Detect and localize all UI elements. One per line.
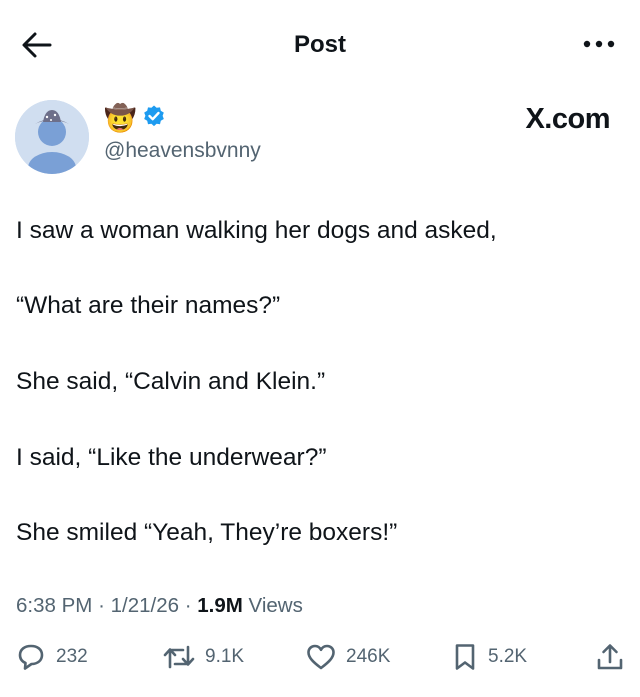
share-button[interactable] bbox=[594, 632, 626, 682]
avatar[interactable] bbox=[15, 100, 89, 174]
post-time[interactable]: 6:38 PM bbox=[16, 594, 92, 617]
x-logo: X.com bbox=[525, 103, 610, 135]
verified-badge-icon bbox=[142, 104, 166, 133]
post-date[interactable]: 1/21/26 bbox=[111, 594, 179, 617]
page-title: Post bbox=[293, 31, 346, 58]
like-icon bbox=[304, 641, 338, 673]
views-count: 1.9M bbox=[197, 594, 243, 617]
reply-button[interactable]: 232 bbox=[14, 632, 88, 682]
share-icon bbox=[594, 641, 626, 673]
author-emoji: 🤠 bbox=[104, 103, 137, 133]
tweet-line: She said, “Calvin and Klein.” bbox=[16, 368, 326, 395]
tweet-line: “What are their names?” bbox=[16, 292, 281, 319]
bookmark-count: 5.2K bbox=[488, 646, 528, 667]
author-handle[interactable]: @heavensbvnny bbox=[104, 139, 261, 163]
meta-separator: · bbox=[98, 594, 105, 617]
meta-separator: · bbox=[184, 594, 192, 617]
top-bar: Post bbox=[0, 0, 640, 90]
action-bar: 232 9.1K 246K 5.2K bbox=[0, 632, 640, 682]
views-label: Views bbox=[248, 594, 303, 617]
tweet-line: She smiled “Yeah, They’re boxers!” bbox=[16, 519, 398, 546]
bookmark-icon bbox=[450, 641, 480, 673]
author-name-row[interactable]: 🤠 bbox=[104, 102, 166, 134]
tweet-line: I said, “Like the underwear?” bbox=[16, 444, 327, 471]
reply-icon bbox=[14, 641, 48, 673]
like-count: 246K bbox=[346, 646, 391, 667]
repost-icon bbox=[161, 641, 197, 673]
like-button[interactable]: 246K bbox=[304, 632, 390, 682]
repost-button[interactable]: 9.1K bbox=[161, 632, 244, 682]
repost-count: 9.1K bbox=[205, 646, 245, 667]
post-meta: 6:38 PM · 1/21/26 · 1.9M Views bbox=[16, 594, 303, 618]
reply-count: 232 bbox=[56, 646, 88, 667]
tweet-line: I saw a woman walking her dogs and asked… bbox=[16, 217, 497, 244]
bookmark-button[interactable]: 5.2K bbox=[450, 632, 527, 682]
more-icon[interactable] bbox=[582, 36, 616, 52]
